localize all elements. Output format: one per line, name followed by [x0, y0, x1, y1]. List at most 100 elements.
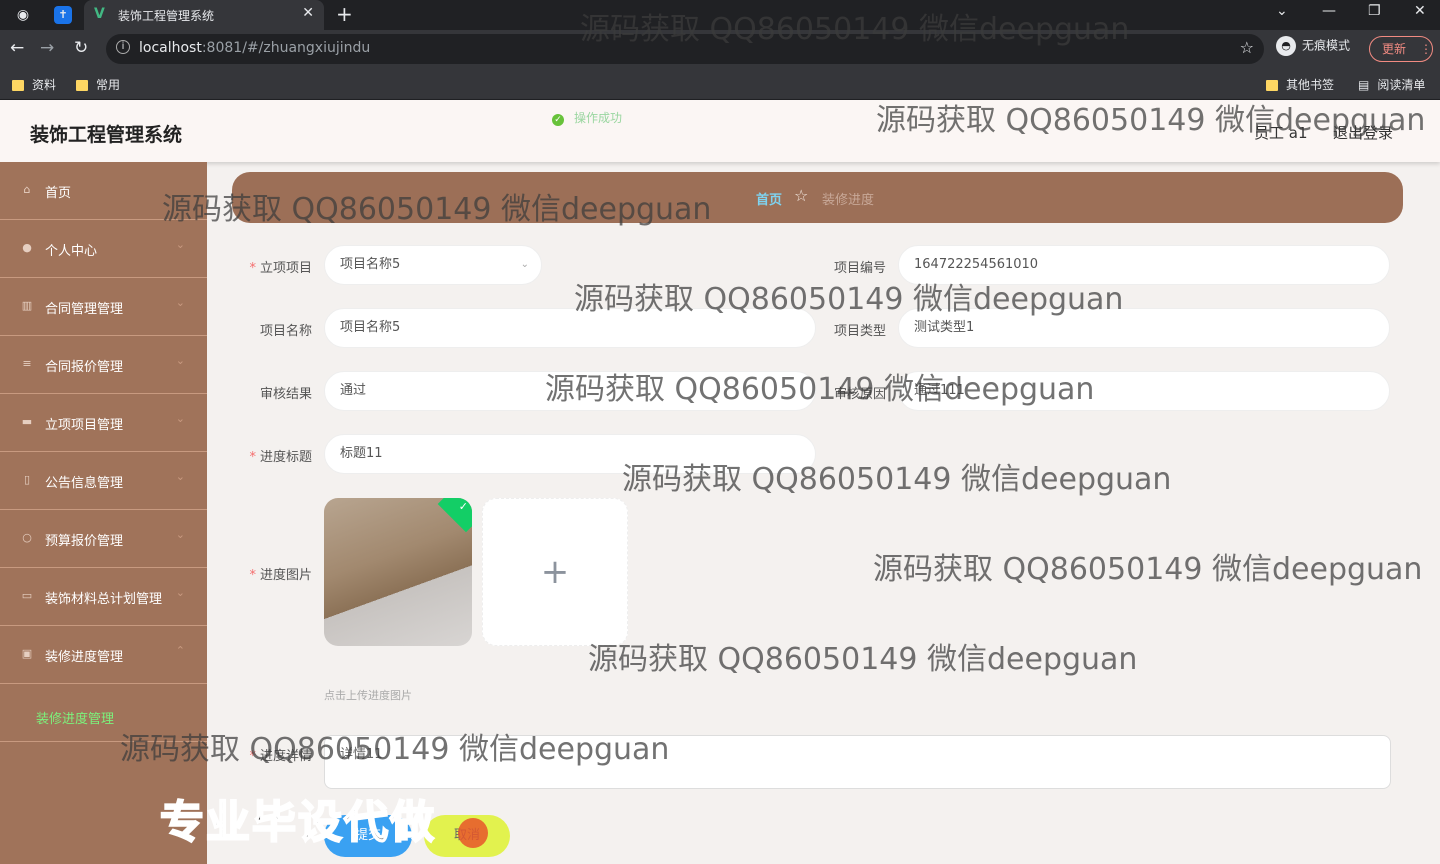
profile-icon[interactable]: ◉: [12, 4, 34, 26]
audit-field[interactable]: 通过: [324, 371, 816, 411]
upload-hint: 点击上传进度图片: [324, 689, 412, 702]
project-select[interactable]: 项目名称5 ⌄: [324, 245, 542, 285]
update-label: 更新: [1382, 42, 1407, 56]
type-field[interactable]: 测试类型1: [898, 308, 1390, 348]
vue-logo-icon: V: [94, 6, 105, 22]
update-button[interactable]: 更新 ⋮: [1369, 36, 1433, 62]
chevron-down-icon: ⌄: [175, 238, 185, 251]
success-toast: ✓ 操作成功: [552, 109, 622, 126]
other-bookmarks[interactable]: 其他书签: [1266, 76, 1334, 93]
url-input[interactable]: i localhost:8081/#/zhuangxiujindu ☆: [106, 34, 1264, 64]
tab-close-icon[interactable]: ✕: [302, 5, 314, 21]
app-title: 装饰工程管理系统: [30, 124, 183, 146]
restore-icon[interactable]: ❐: [1368, 3, 1381, 19]
site-info-icon[interactable]: i: [116, 40, 130, 54]
audit-label: 审核结果: [259, 387, 312, 402]
project-select-value: 项目名称5: [340, 257, 401, 272]
mouse-cursor-icon: [458, 818, 488, 848]
extension-icon[interactable]: ✝: [54, 6, 72, 24]
folder-icon: [1266, 80, 1278, 91]
sidebar-item-label: 个人中心: [45, 244, 98, 259]
bookmark-label: 资料: [32, 78, 57, 92]
app-header: 装饰工程管理系统 ✓ 操作成功 员工 a1 退出登录: [0, 100, 1440, 162]
breadcrumb: 首页 ☆ 装修进度: [232, 172, 1403, 223]
chevron-down-icon: ⌄: [175, 412, 185, 425]
sidebar-item-label: 合同报价管理: [45, 360, 124, 375]
new-tab-icon[interactable]: +: [336, 2, 353, 26]
tab-search-icon[interactable]: ⌄: [1276, 3, 1288, 19]
title-label: * 进度标题: [249, 450, 312, 465]
promo-overlay: 专业毕设代做: [159, 796, 436, 849]
sidebar-item-label: 预算报价管理: [45, 534, 124, 549]
sidebar-subitem-progress[interactable]: 装修进度管理: [0, 684, 207, 742]
star-icon: ☆: [794, 186, 809, 205]
browser-tab[interactable]: V 装饰工程管理系统 ✕: [84, 0, 324, 30]
reload-icon[interactable]: ↻: [74, 38, 88, 58]
sidebar-item-quote[interactable]: ≡ 合同报价管理 ⌄: [0, 336, 207, 394]
window-close-icon[interactable]: ✕: [1414, 3, 1426, 19]
bookmark-label: 常用: [96, 78, 121, 92]
sidebar-item-home[interactable]: ⌂ 首页: [0, 162, 207, 220]
folder-icon: [12, 80, 24, 91]
watermark: 源码获取 QQ86050149 微信deepguan: [873, 552, 1423, 587]
reading-list-icon: ▤: [1358, 78, 1370, 92]
bookmark-label: 其他书签: [1286, 78, 1335, 92]
plus-icon: +: [540, 552, 570, 592]
reason-field[interactable]: 通过111: [898, 371, 1390, 411]
sidebar-item-notice[interactable]: ▯ 公告信息管理 ⌄: [0, 452, 207, 510]
notice-icon: ▯: [23, 473, 31, 486]
back-icon[interactable]: ←: [10, 38, 24, 58]
bookmarks-bar: 资料 常用 其他书签 ▤ 阅读清单: [0, 68, 1440, 100]
watermark: 源码获取 QQ86050149 微信deepguan: [588, 642, 1138, 677]
list-icon: ≡: [22, 357, 32, 370]
bookmark-folder[interactable]: 常用: [76, 76, 120, 93]
bookmark-star-icon[interactable]: ☆: [1240, 38, 1254, 57]
chevron-down-icon: ⌄: [520, 259, 529, 270]
image-label: * 进度图片: [249, 568, 312, 583]
material-icon: ▭: [21, 589, 33, 602]
name-field[interactable]: 项目名称5: [324, 308, 816, 348]
toast-text: 操作成功: [574, 111, 623, 125]
sidebar-item-label: 合同管理管理: [45, 302, 124, 317]
chevron-down-icon: ⌄: [175, 354, 185, 367]
sidebar-item-profile[interactable]: ● 个人中心 ⌄: [0, 220, 207, 278]
detail-textarea[interactable]: 详情11: [324, 735, 1391, 789]
type-label: 项目类型: [833, 324, 886, 339]
progress-icon: ▣: [21, 647, 33, 660]
forward-icon[interactable]: →: [40, 38, 54, 58]
sidebar-item-label: 立项项目管理: [45, 418, 124, 433]
title-field[interactable]: 标题11: [324, 434, 816, 474]
project-icon: ▬: [21, 415, 33, 428]
sidebar-item-progress[interactable]: ▣ 装修进度管理 ⌃: [0, 626, 207, 684]
incognito-indicator[interactable]: ◓ 无痕模式: [1276, 36, 1350, 56]
sidebar-item-budget[interactable]: ○ 预算报价管理 ⌄: [0, 510, 207, 568]
uploaded-image[interactable]: ✓: [324, 498, 472, 646]
code-label: 项目编号: [833, 261, 886, 276]
sidebar-item-label: 首页: [45, 186, 72, 201]
minimize-icon[interactable]: —: [1322, 3, 1336, 19]
detail-label: * 进度详情: [249, 749, 312, 764]
upload-add-button[interactable]: +: [482, 498, 628, 646]
budget-icon: ○: [22, 531, 32, 544]
sidebar-item-label: 公告信息管理: [45, 476, 124, 491]
browser-tab-bar: ◉ ✝ V 装饰工程管理系统 ✕ + ⌄ — ❐ ✕: [0, 0, 1440, 30]
incognito-label: 无痕模式: [1302, 38, 1351, 53]
reading-list[interactable]: ▤ 阅读清单: [1358, 76, 1425, 93]
home-icon: ⌂: [23, 183, 31, 196]
logout-button[interactable]: 退出登录: [1333, 122, 1393, 143]
sidebar-item-material[interactable]: ▭ 装饰材料总计划管理 ⌄: [0, 568, 207, 626]
sidebar-item-label: 装饰材料总计划管理: [45, 592, 163, 607]
project-label: * 立项项目: [249, 261, 312, 276]
sidebar-item-project[interactable]: ▬ 立项项目管理 ⌄: [0, 394, 207, 452]
name-label: 项目名称: [259, 324, 312, 339]
bookmark-folder[interactable]: 资料: [12, 76, 56, 93]
check-icon: ✓: [458, 500, 468, 513]
code-field[interactable]: 164722254561010: [898, 245, 1390, 285]
breadcrumb-current: 装修进度: [822, 193, 875, 208]
chevron-down-icon: ⌄: [175, 296, 185, 309]
sidebar-item-contract[interactable]: ▥ 合同管理管理 ⌄: [0, 278, 207, 336]
chevron-down-icon: ⌄: [175, 528, 185, 541]
chevron-down-icon: ⌄: [175, 470, 185, 483]
breadcrumb-home[interactable]: 首页: [756, 189, 782, 208]
url-path: :8081/#/zhuangxiujindu: [201, 40, 371, 56]
